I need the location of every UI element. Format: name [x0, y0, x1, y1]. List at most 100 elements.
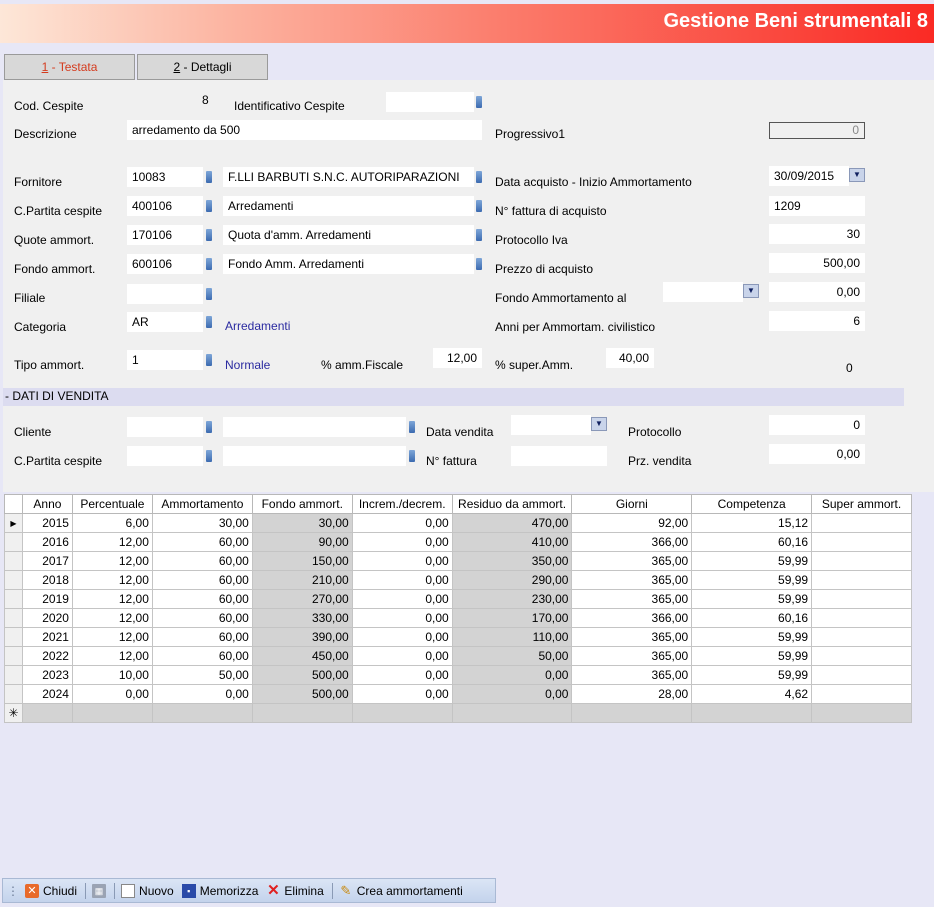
col-competenza[interactable]: Competenza: [691, 494, 813, 514]
cliente-code-field[interactable]: [127, 417, 203, 437]
categoria-name-link[interactable]: Arredamenti: [225, 319, 290, 333]
cell-anno[interactable]: 2018: [21, 570, 73, 590]
cell-fondo-ammort[interactable]: 500,00: [251, 684, 353, 704]
cell-increm-decrem[interactable]: 0,00: [351, 684, 453, 704]
cell-super-ammort[interactable]: [811, 627, 912, 647]
amm-fiscale-field[interactable]: 12,00: [433, 348, 482, 368]
vendita-cpartita-code-field[interactable]: [127, 446, 203, 466]
cell-residuo[interactable]: 290,00: [451, 570, 573, 590]
cell-residuo[interactable]: 50,00: [451, 646, 573, 666]
identificativo-field[interactable]: [386, 92, 474, 112]
cell-giorni[interactable]: 366,00: [571, 532, 693, 552]
cell-fondo-ammort[interactable]: 150,00: [251, 551, 353, 571]
row-selector[interactable]: [4, 532, 23, 552]
table-row[interactable]: 2016 12,00 60,00 90,00 0,00 410,00 366,00 60,16: [4, 532, 912, 552]
table-row[interactable]: 2020 12,00 60,00 330,00 0,00 170,00 366,00 60,1…: [4, 608, 912, 628]
cell-anno[interactable]: 2022: [21, 646, 73, 666]
cell-super-ammort[interactable]: [811, 551, 912, 571]
fondo-al-date-field[interactable]: [663, 282, 743, 302]
current-row-indicator-icon[interactable]: ▶: [4, 513, 23, 533]
table-row[interactable]: 2023 10,00 50,00 500,00 0,00 0,00 365,00 59,99: [4, 665, 912, 685]
col-anno[interactable]: Anno: [21, 494, 73, 514]
cell-giorni[interactable]: 92,00: [571, 513, 693, 533]
new-cell[interactable]: [451, 703, 573, 723]
row-selector[interactable]: [4, 646, 23, 666]
table-row[interactable]: ▶ 2015 6,00 30,00 30,00 0,00 470,00 92,00 15,12: [4, 513, 912, 533]
cpartita-name-field[interactable]: Arredamenti: [223, 196, 474, 216]
new-cell[interactable]: [571, 703, 693, 723]
cell-percentuale[interactable]: 12,00: [71, 532, 153, 552]
cell-residuo[interactable]: 170,00: [451, 608, 573, 628]
cell-increm-decrem[interactable]: 0,00: [351, 551, 453, 571]
filiale-lookup-button[interactable]: [206, 288, 212, 300]
cell-anno[interactable]: 2024: [21, 684, 73, 704]
cell-competenza[interactable]: 15,12: [691, 513, 813, 533]
anni-field[interactable]: 6: [769, 311, 865, 331]
fornitore-code-field[interactable]: 10083: [127, 167, 203, 187]
row-selector[interactable]: [4, 551, 23, 571]
cell-increm-decrem[interactable]: 0,00: [351, 532, 453, 552]
cell-competenza[interactable]: 59,99: [691, 627, 813, 647]
cell-competenza[interactable]: 59,99: [691, 570, 813, 590]
cell-super-ammort[interactable]: [811, 513, 912, 533]
cell-competenza[interactable]: 59,99: [691, 665, 813, 685]
vendita-cpartita-lookup-button[interactable]: [206, 450, 212, 462]
data-vendita-field[interactable]: [511, 415, 591, 435]
col-fondo-ammort[interactable]: Fondo ammort.: [251, 494, 353, 514]
cell-fondo-ammort[interactable]: 30,00: [251, 513, 353, 533]
cell-percentuale[interactable]: 12,00: [71, 627, 153, 647]
table-row[interactable]: 2019 12,00 60,00 270,00 0,00 230,00 365,00 59,9…: [4, 589, 912, 609]
cell-fondo-ammort[interactable]: 210,00: [251, 570, 353, 590]
cliente-lookup-button[interactable]: [206, 421, 212, 433]
cell-anno[interactable]: 2019: [21, 589, 73, 609]
vendita-cpartita-name-button[interactable]: [409, 450, 415, 462]
new-cell[interactable]: [71, 703, 153, 723]
vendita-cpartita-name-field[interactable]: [223, 446, 406, 466]
cliente-name-field[interactable]: [223, 417, 406, 437]
cpartita-name-button[interactable]: [476, 200, 482, 212]
fornitore-lookup-button[interactable]: [206, 171, 212, 183]
cell-percentuale[interactable]: 10,00: [71, 665, 153, 685]
data-acquisto-dropdown-icon[interactable]: ▼: [849, 168, 865, 182]
table-row[interactable]: 2018 12,00 60,00 210,00 0,00 290,00 365,00 59,9…: [4, 570, 912, 590]
cell-percentuale[interactable]: 12,00: [71, 589, 153, 609]
cell-fondo-ammort[interactable]: 450,00: [251, 646, 353, 666]
cell-increm-decrem[interactable]: 0,00: [351, 608, 453, 628]
tipo-code-field[interactable]: 1: [127, 350, 203, 370]
filiale-field[interactable]: [127, 284, 203, 304]
prz-vendita-field[interactable]: 0,00: [769, 444, 865, 464]
new-cell[interactable]: [351, 703, 453, 723]
tab-testata[interactable]: 1 - Testata: [4, 54, 135, 80]
calculator-button[interactable]: ▦: [92, 883, 107, 898]
cell-competenza[interactable]: 59,99: [691, 589, 813, 609]
table-row[interactable]: 2022 12,00 60,00 450,00 0,00 50,00 365,00 59,99: [4, 646, 912, 666]
cell-residuo[interactable]: 0,00: [451, 684, 573, 704]
cell-residuo[interactable]: 470,00: [451, 513, 573, 533]
cell-super-ammort[interactable]: [811, 684, 912, 704]
cell-percentuale[interactable]: 0,00: [71, 684, 153, 704]
protocollo-field[interactable]: 0: [769, 415, 865, 435]
cell-ammortamento[interactable]: 30,00: [151, 513, 253, 533]
crea-ammortamenti-button[interactable]: ✎ Crea ammortamenti: [339, 883, 462, 898]
cell-anno[interactable]: 2021: [21, 627, 73, 647]
table-row[interactable]: 2021 12,00 60,00 390,00 0,00 110,00 365,00 59,9…: [4, 627, 912, 647]
cpartita-code-field[interactable]: 400106: [127, 196, 203, 216]
cell-ammortamento[interactable]: 0,00: [151, 684, 253, 704]
quote-name-button[interactable]: [476, 229, 482, 241]
cell-super-ammort[interactable]: [811, 665, 912, 685]
cell-percentuale[interactable]: 12,00: [71, 551, 153, 571]
nfattura-acq-field[interactable]: 1209: [769, 196, 865, 216]
col-giorni[interactable]: Giorni: [571, 494, 693, 514]
fondo-name-button[interactable]: [476, 258, 482, 270]
fornitore-name-field[interactable]: F.LLI BARBUTI S.N.C. AUTORIPARAZIONI: [223, 167, 474, 187]
col-residuo[interactable]: Residuo da ammort.: [451, 494, 573, 514]
cell-ammortamento[interactable]: 60,00: [151, 589, 253, 609]
cell-giorni[interactable]: 365,00: [571, 646, 693, 666]
chiudi-button[interactable]: ✕ Chiudi: [25, 883, 77, 898]
cell-increm-decrem[interactable]: 0,00: [351, 627, 453, 647]
quote-name-field[interactable]: Quota d'amm. Arredamenti: [223, 225, 474, 245]
super-amm-field[interactable]: 40,00: [606, 348, 654, 368]
cell-anno[interactable]: 2020: [21, 608, 73, 628]
new-cell[interactable]: [151, 703, 253, 723]
descrizione-field[interactable]: arredamento da 500: [127, 120, 482, 140]
